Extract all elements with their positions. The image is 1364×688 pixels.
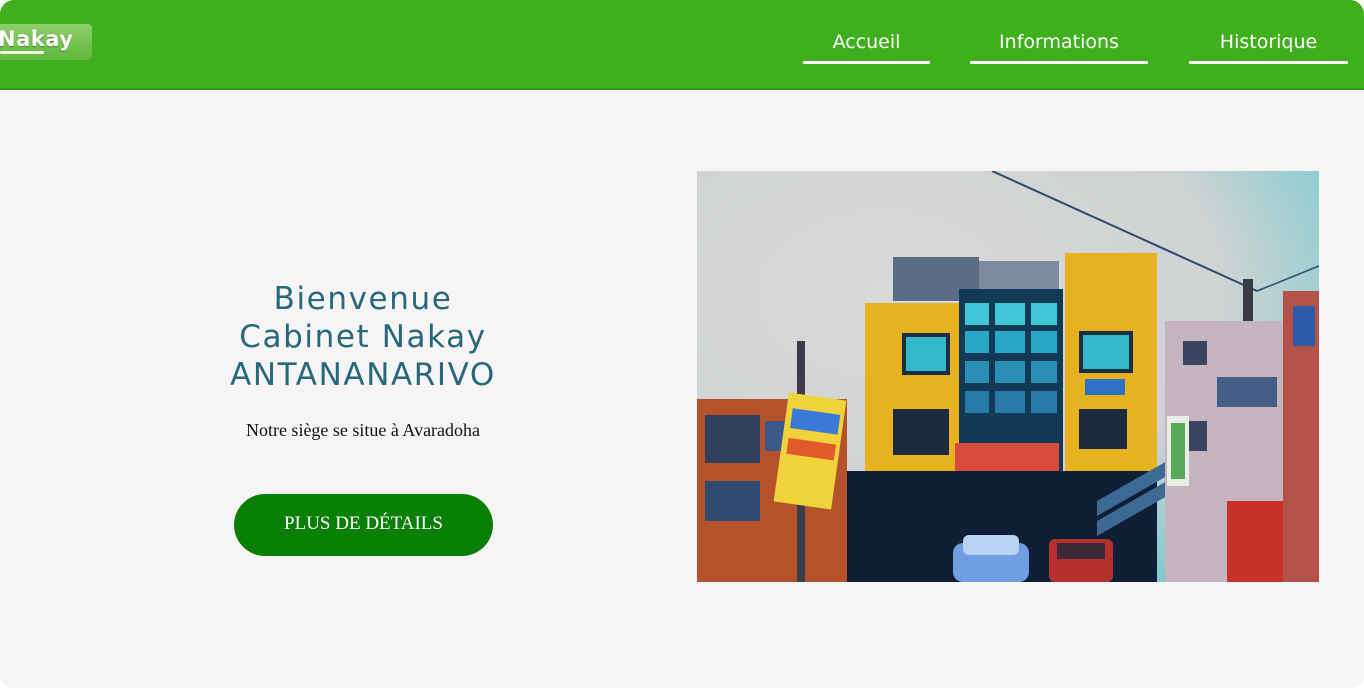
nav-link-historique[interactable]: Historique	[1189, 28, 1348, 64]
hero-subtitle: Notre siège se situe à Avaradoha	[245, 420, 481, 440]
page: Nakay Accueil Informations Historique Bi…	[0, 0, 1364, 688]
nav-link-label: Historique	[1219, 31, 1318, 53]
more-details-button[interactable]: PLUS DE DÉTAILS	[234, 494, 493, 556]
nav-link-label: Informations	[999, 31, 1119, 53]
building-photo	[697, 171, 1319, 582]
nav-underline	[970, 61, 1148, 64]
nav-link-accueil[interactable]: Accueil	[803, 28, 930, 64]
hero-title: Bienvenue Cabinet Nakay ANTANANARIVO	[193, 280, 533, 394]
hero-title-line: Cabinet Nakay	[239, 319, 487, 355]
nav-link-informations[interactable]: Informations	[970, 28, 1148, 64]
top-navigation-bar: Nakay Accueil Informations Historique	[0, 0, 1364, 90]
hero-title-line: ANTANANARIVO	[230, 357, 496, 393]
nav-underline	[803, 61, 930, 64]
logo-tagline-bar	[0, 51, 44, 54]
logo-text: Nakay	[0, 27, 74, 51]
hero-title-line: Bienvenue	[273, 281, 453, 317]
nav-underline	[1189, 61, 1348, 64]
nav-link-label: Accueil	[832, 31, 901, 53]
site-logo[interactable]: Nakay	[0, 24, 92, 60]
